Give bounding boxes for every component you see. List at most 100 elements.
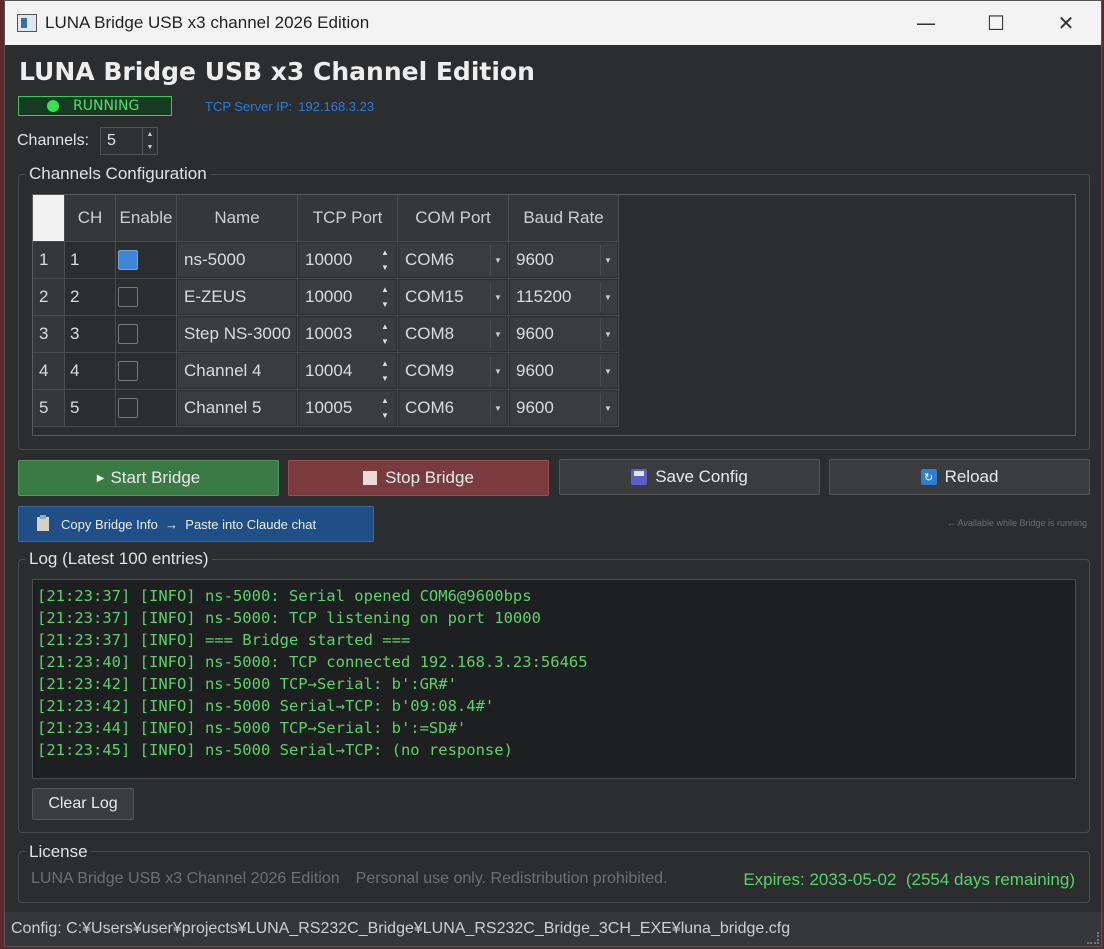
- enable-checkbox[interactable]: [118, 324, 138, 344]
- tcp-port-value: 10005: [305, 398, 353, 417]
- close-button[interactable]: ✕: [1031, 1, 1101, 45]
- row-header[interactable]: 1: [33, 241, 65, 279]
- com-port-value: COM9: [405, 361, 455, 380]
- stop-icon: [363, 471, 378, 485]
- table-row[interactable]: 2 2 E-ZEUS 10000 ▲ ▼ COM15 ▼ 115200 ▼: [33, 278, 619, 316]
- col-header-com-port[interactable]: COM Port: [397, 195, 509, 242]
- maximize-button[interactable]: ☐: [961, 1, 1031, 45]
- spin-down-icon[interactable]: ▼: [376, 334, 394, 349]
- tcp-port-spinbox[interactable]: 10000 ▲ ▼: [299, 280, 396, 314]
- spin-down-icon[interactable]: ▼: [376, 297, 394, 312]
- table-row[interactable]: 4 4 Channel 4 10004 ▲ ▼ COM9 ▼ 9600 ▼: [33, 352, 619, 390]
- channels-value: 5: [107, 132, 116, 149]
- baud-rate-select[interactable]: 9600 ▼: [510, 243, 617, 277]
- spin-up-icon[interactable]: ▲: [376, 319, 394, 334]
- reload-label: Reload: [944, 467, 999, 486]
- tcp-port-spinbox[interactable]: 10004 ▲ ▼: [299, 354, 396, 388]
- baud-rate-select[interactable]: 9600 ▼: [510, 391, 617, 425]
- spin-up-icon[interactable]: ▲: [376, 356, 394, 371]
- col-header-name[interactable]: Name: [176, 195, 298, 242]
- app-icon: [17, 14, 37, 32]
- chevron-down-icon[interactable]: ▼: [600, 282, 615, 312]
- log-output[interactable]: [21:23:37] [INFO] ns-5000: Serial opened…: [32, 579, 1076, 779]
- log-title: Log (Latest 100 entries): [26, 549, 212, 569]
- name-field[interactable]: Step NS-3000: [178, 317, 296, 351]
- channels-label: Channels:: [17, 132, 90, 149]
- name-field[interactable]: Channel 5: [178, 391, 296, 425]
- spin-up-icon[interactable]: ▲: [376, 282, 394, 297]
- spin-down-icon[interactable]: ▼: [376, 408, 394, 423]
- col-header-enable[interactable]: Enable: [115, 195, 177, 242]
- com-port-select[interactable]: COM8 ▼: [399, 317, 507, 351]
- copy-bridge-info-label: Copy Bridge Info → Paste into Claude cha…: [61, 516, 317, 532]
- license-product: LUNA Bridge USB x3 Channel 2026 Edition: [31, 870, 340, 887]
- spin-down-icon[interactable]: ▼: [143, 141, 157, 154]
- chevron-down-icon[interactable]: ▼: [490, 282, 505, 312]
- name-field[interactable]: E-ZEUS: [178, 280, 296, 314]
- table-row[interactable]: 5 5 Channel 5 10005 ▲ ▼ COM6 ▼ 9600 ▼: [33, 389, 619, 427]
- col-header-tcp-port[interactable]: TCP Port: [297, 195, 398, 242]
- status-dot-icon: [47, 100, 59, 112]
- row-header[interactable]: 4: [33, 352, 65, 390]
- row-header[interactable]: 3: [33, 315, 65, 353]
- table-corner[interactable]: [33, 195, 65, 242]
- table-row[interactable]: 1 1 ns-5000 10000 ▲ ▼ COM6 ▼ 9600 ▼: [33, 241, 619, 279]
- minimize-button[interactable]: —: [891, 1, 961, 45]
- com-port-select[interactable]: COM9 ▼: [399, 354, 507, 388]
- chevron-down-icon[interactable]: ▼: [600, 245, 615, 275]
- row-header[interactable]: 5: [33, 389, 65, 427]
- chevron-down-icon[interactable]: ▼: [490, 393, 505, 423]
- play-icon: ▶: [96, 472, 105, 484]
- name-field[interactable]: Channel 4: [178, 354, 296, 388]
- start-bridge-button[interactable]: ▶ Start Bridge: [18, 460, 279, 496]
- spin-down-icon[interactable]: ▼: [376, 260, 394, 275]
- spin-up-icon[interactable]: ▲: [376, 245, 394, 260]
- chevron-down-icon[interactable]: ▼: [600, 356, 615, 386]
- baud-rate-value: 9600: [516, 250, 554, 269]
- baud-rate-select[interactable]: 115200 ▼: [510, 280, 617, 314]
- enable-checkbox[interactable]: [118, 398, 138, 418]
- baud-rate-select[interactable]: 9600 ▼: [510, 354, 617, 388]
- row-header[interactable]: 2: [33, 278, 65, 316]
- col-header-ch[interactable]: CH: [64, 195, 116, 242]
- stop-bridge-button[interactable]: Stop Bridge: [288, 460, 549, 496]
- resize-grip-icon[interactable]: [1087, 932, 1099, 944]
- log-line: [21:23:42] [INFO] ns-5000 TCP→Serial: b'…: [37, 675, 457, 693]
- tcp-port-spinbox[interactable]: 10003 ▲ ▼: [299, 317, 396, 351]
- save-config-button[interactable]: Save Config: [559, 459, 820, 495]
- channels-spinbox[interactable]: 5 ▲ ▼: [100, 127, 158, 155]
- com-port-select[interactable]: COM6 ▼: [399, 391, 507, 425]
- chevron-down-icon[interactable]: ▼: [600, 393, 615, 423]
- reload-button[interactable]: ↻ Reload: [829, 459, 1090, 495]
- baud-rate-select[interactable]: 9600 ▼: [510, 317, 617, 351]
- tcp-port-spinbox[interactable]: 10000 ▲ ▼: [299, 243, 396, 277]
- maximize-icon: ☐: [987, 11, 1005, 35]
- tcp-port-spinbox[interactable]: 10005 ▲ ▼: [299, 391, 396, 425]
- enable-checkbox[interactable]: [118, 287, 138, 307]
- tcp-port-cell: 10005 ▲ ▼: [297, 389, 398, 427]
- spin-up-icon[interactable]: ▲: [143, 128, 157, 141]
- chevron-down-icon[interactable]: ▼: [490, 245, 505, 275]
- config-path: Config: C:¥Users¥user¥projects¥LUNA_RS23…: [11, 920, 791, 937]
- enable-checkbox[interactable]: [118, 250, 138, 270]
- name-cell: Channel 5: [176, 389, 298, 427]
- table-row[interactable]: 3 3 Step NS-3000 10003 ▲ ▼ COM8 ▼ 9600 ▼: [33, 315, 619, 353]
- chevron-down-icon[interactable]: ▼: [490, 319, 505, 349]
- copy-bridge-info-button[interactable]: Copy Bridge Info → Paste into Claude cha…: [18, 506, 374, 542]
- name-field[interactable]: ns-5000: [178, 243, 296, 277]
- spin-up-icon[interactable]: ▲: [376, 393, 394, 408]
- com-port-cell: COM6 ▼: [397, 389, 509, 427]
- title-bar[interactable]: LUNA Bridge USB x3 channel 2026 Edition …: [5, 1, 1101, 45]
- name-cell: ns-5000: [176, 241, 298, 279]
- clear-log-label: Clear Log: [48, 795, 118, 812]
- chevron-down-icon[interactable]: ▼: [600, 319, 615, 349]
- chevron-down-icon[interactable]: ▼: [490, 356, 505, 386]
- com-port-select[interactable]: COM6 ▼: [399, 243, 507, 277]
- enable-checkbox[interactable]: [118, 361, 138, 381]
- clear-log-button[interactable]: Clear Log: [32, 788, 134, 820]
- com-port-cell: COM8 ▼: [397, 315, 509, 353]
- com-port-select[interactable]: COM15 ▼: [399, 280, 507, 314]
- tcp-server-ip: 192.168.3.23: [298, 99, 375, 114]
- col-header-baud-rate[interactable]: Baud Rate: [508, 195, 619, 242]
- spin-down-icon[interactable]: ▼: [376, 371, 394, 386]
